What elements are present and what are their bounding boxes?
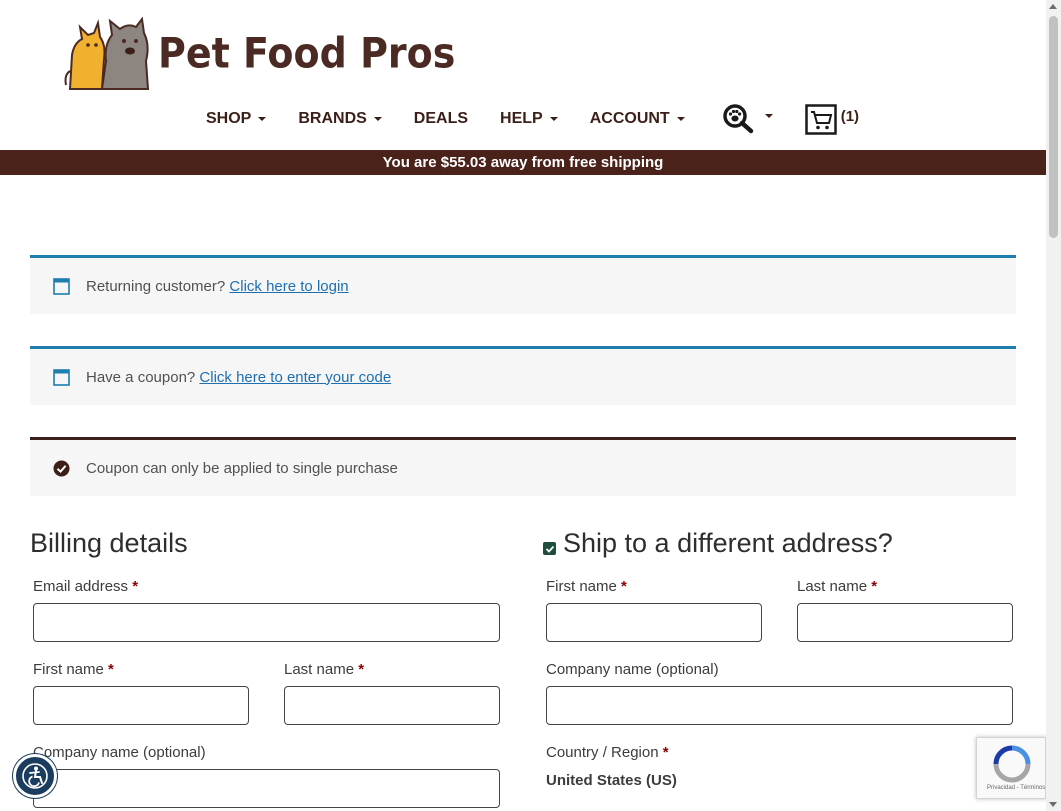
nav-help[interactable]: HELP: [500, 110, 558, 128]
chevron-down-icon: [764, 114, 773, 118]
ship-different-checkbox[interactable]: [543, 542, 556, 555]
scroll-up-icon[interactable]: [1049, 4, 1057, 9]
coupon-rule-text: Coupon can only be applied to single pur…: [86, 459, 398, 477]
free-shipping-banner: You are $55.03 away from free shipping: [0, 150, 1046, 175]
billing-company-label-text: Company name (optional): [33, 744, 206, 761]
scroll-down-icon[interactable]: [1049, 802, 1057, 807]
coupon-prefix: Have a coupon?: [86, 368, 200, 386]
search-toggle[interactable]: [722, 104, 773, 134]
cart-count: (1): [840, 107, 860, 125]
shipping-country-value: United States (US): [546, 772, 677, 789]
nav-shop-label: SHOP: [206, 110, 252, 127]
scroll-thumb[interactable]: [1049, 16, 1058, 238]
chevron-down-icon: [676, 117, 685, 121]
window-icon: [53, 368, 70, 386]
coupon-link[interactable]: Click here to enter your code: [199, 369, 391, 386]
required-marker: *: [132, 578, 139, 595]
nav-brands-label: BRANDS: [298, 110, 367, 127]
shipping-first-name-label: First name *: [546, 578, 627, 595]
accessibility-icon: [22, 763, 48, 789]
billing-email-input[interactable]: [33, 603, 500, 642]
nav-deals-label: DEALS: [413, 110, 469, 127]
login-link[interactable]: Click here to login: [229, 278, 348, 295]
billing-last-name-label-text: Last name: [284, 661, 355, 678]
chevron-down-icon: [549, 117, 558, 121]
required-marker: *: [108, 661, 114, 678]
billing-title: Billing details: [30, 528, 188, 558]
nav-help-label: HELP: [500, 110, 543, 127]
recaptcha-icon: [993, 745, 1031, 783]
check-circle-icon: [53, 460, 70, 476]
recaptcha-badge[interactable]: Privacidad - Términos: [976, 737, 1046, 799]
shipping-last-name-input[interactable]: [797, 603, 1013, 642]
nav-account[interactable]: ACCOUNT: [590, 110, 685, 128]
site-logo[interactable]: Pet Food Pros: [62, 14, 462, 92]
billing-last-name-input[interactable]: [284, 686, 500, 725]
free-shipping-text: You are $55.03 away from free shipping: [382, 154, 664, 171]
main-nav: SHOP BRANDS DEALS HELP ACCOUNT (1): [206, 103, 860, 135]
page-scrollbar[interactable]: [1046, 0, 1061, 811]
nav-deals[interactable]: DEALS: [414, 110, 468, 128]
required-marker: *: [662, 744, 669, 761]
login-notice: Returning customer? Click here to login: [30, 255, 1016, 314]
shipping-first-name-label-text: First name: [546, 578, 617, 595]
shipping-country-label: Country / Region *: [546, 744, 669, 761]
nav-brands[interactable]: BRANDS: [298, 110, 382, 128]
nav-shop[interactable]: SHOP: [206, 110, 267, 128]
coupon-notice-text: Have a coupon? Click here to enter your …: [86, 369, 391, 386]
checkmark-icon: [545, 545, 554, 553]
cat-dog-logo-icon: [64, 16, 150, 90]
billing-first-name-label-text: First name: [33, 661, 104, 678]
required-marker: *: [871, 578, 878, 595]
ship-different-title: Ship to a different address?: [563, 528, 893, 558]
cart-link[interactable]: (1): [804, 103, 860, 135]
nav-account-label: ACCOUNT: [589, 110, 670, 127]
recaptcha-text: Privacidad - Términos: [987, 785, 1046, 791]
shipping-last-name-label: Last name *: [797, 578, 877, 595]
email-label-text: Email address: [33, 578, 129, 595]
shipping-country-label-text: Country / Region: [546, 744, 659, 761]
window-icon: [53, 277, 70, 295]
billing-first-name-label: First name *: [33, 661, 114, 678]
billing-first-name-input[interactable]: [33, 686, 249, 725]
required-marker: *: [358, 661, 365, 678]
coupon-rule-notice: Coupon can only be applied to single pur…: [30, 437, 1016, 496]
shipping-company-label-text: Company name (optional): [546, 661, 719, 678]
billing-company-label: Company name (optional): [33, 744, 206, 761]
logo-text: Pet Food Pros: [158, 28, 456, 78]
shipping-company-input[interactable]: [546, 686, 1013, 725]
coupon-notice: Have a coupon? Click here to enter your …: [30, 346, 1016, 405]
shipping-company-label: Company name (optional): [546, 661, 719, 678]
login-notice-text: Returning customer? Click here to login: [86, 278, 349, 295]
login-prefix: Returning customer?: [86, 277, 230, 295]
shipping-last-name-label-text: Last name: [797, 578, 868, 595]
shipping-first-name-input[interactable]: [546, 603, 762, 642]
required-marker: *: [621, 578, 627, 595]
chevron-down-icon: [373, 117, 382, 121]
accessibility-button[interactable]: [13, 754, 57, 798]
cart-icon: [804, 103, 837, 135]
billing-last-name-label: Last name *: [284, 661, 364, 678]
chevron-down-icon: [258, 117, 267, 121]
paw-search-icon: [722, 104, 753, 134]
email-label: Email address *: [33, 578, 138, 595]
billing-company-input[interactable]: [33, 769, 500, 808]
